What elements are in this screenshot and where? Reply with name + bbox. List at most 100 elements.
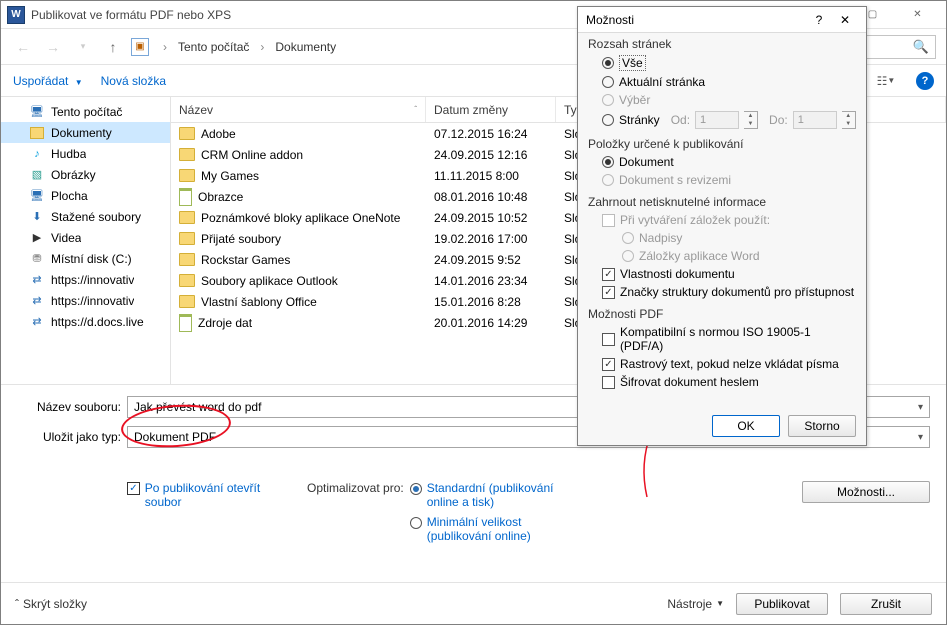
file-name: My Games <box>201 169 259 183</box>
ok-button[interactable]: OK <box>712 415 780 437</box>
sort-indicator: ˆ <box>414 105 417 114</box>
folder-icon <box>179 274 195 287</box>
group-nonprinting: Zahrnout netisknutelné informace <box>588 195 856 209</box>
organize-menu[interactable]: Uspořádat ▼ <box>13 74 83 88</box>
new-folder-button[interactable]: Nová složka <box>101 74 166 88</box>
open-after-publish-checkbox[interactable]: ✓ Po publikování otevřít soubor <box>127 481 297 509</box>
folder-icon <box>179 148 195 161</box>
create-bookmarks-checkbox[interactable]: Při vytváření záložek použít: <box>588 211 856 229</box>
checkbox-icon: ✓ <box>602 358 615 371</box>
bitmap-text-checkbox[interactable]: ✓Rastrový text, pokud nelze vkládat písm… <box>588 355 856 373</box>
disk-icon: ⛃ <box>29 251 45 267</box>
word-icon: W <box>7 6 25 24</box>
sidebar-item-3[interactable]: ▧Obrázky <box>1 164 170 185</box>
sidebar-item-label: Dokumenty <box>51 126 112 140</box>
sidebar-item-8[interactable]: ⇄ https://innovativ <box>1 269 170 290</box>
range-selection-radio[interactable]: Výběr <box>588 91 856 109</box>
tools-menu[interactable]: Nástroje ▼ <box>667 597 724 611</box>
folder-icon: ▣ <box>131 38 149 56</box>
sidebar-item-2[interactable]: ♪Hudba <box>1 143 170 164</box>
item-document-revisions-radio[interactable]: Dokument s revizemi <box>588 171 856 189</box>
optimize-standard-radio[interactable]: Standardní (publikování online a tisk) <box>410 481 577 509</box>
footer: ˆ Skrýt složky Nástroje ▼ Publikovat Zru… <box>1 582 946 624</box>
sidebar-item-label: Tento počítač <box>51 105 122 119</box>
sidebar-item-0[interactable]: 🖥 Tento počítač <box>1 101 170 122</box>
view-menu[interactable]: ☷ ▼ <box>874 69 898 93</box>
hide-folders-link[interactable]: ˆ Skrýt složky <box>15 597 87 611</box>
radio-icon <box>602 114 614 126</box>
modal-help-button[interactable]: ? <box>806 13 832 27</box>
modal-title: Možnosti <box>586 13 806 27</box>
sidebar: 🖥 Tento počítač Dokumenty ♪Hudba▧Obrázky🖥Pl… <box>1 97 171 384</box>
item-document-radio[interactable]: Dokument <box>588 153 856 171</box>
sidebar-item-7[interactable]: ⛃Místní disk (C:) <box>1 248 170 269</box>
sidebar-item-label: https://d.docs.live <box>51 315 144 329</box>
sidebar-item-9[interactable]: ⇄https://innovativ <box>1 290 170 311</box>
up-button[interactable]: ↑ <box>101 35 125 59</box>
folder-icon <box>179 211 195 224</box>
back-button[interactable]: ← <box>11 35 35 59</box>
folder-icon <box>179 295 195 308</box>
bc-part-1[interactable]: Dokumenty <box>271 38 340 56</box>
bc-part-0[interactable]: Tento počítač <box>174 38 253 56</box>
file-date: 19.02.2016 17:00 <box>426 232 556 246</box>
from-stepper[interactable]: ▲▼ <box>744 111 758 129</box>
cancel-button[interactable]: Zrušit <box>840 593 932 615</box>
sidebar-item-1[interactable]: Dokumenty <box>1 122 170 143</box>
recent-dropdown[interactable]: ▾ <box>71 35 95 59</box>
publish-button[interactable]: Publikovat <box>736 593 828 615</box>
file-name: CRM Online addon <box>201 148 303 162</box>
filename-label: Název souboru: <box>17 400 127 414</box>
iso-checkbox[interactable]: Kompatibilní s normou ISO 19005-1 (PDF/A… <box>588 323 856 355</box>
monitor-icon: 🖥 <box>29 104 45 120</box>
structure-tags-checkbox[interactable]: ✓Značky struktury dokumentů pro přístupn… <box>588 283 856 301</box>
to-input[interactable]: 1 <box>793 111 837 129</box>
chevron-right-icon: › <box>159 38 171 56</box>
checkbox-icon <box>602 333 615 346</box>
sidebar-item-5[interactable]: ⬇Stažené soubory <box>1 206 170 227</box>
checkbox-icon <box>602 214 615 227</box>
options-button[interactable]: Možnosti... <box>802 481 930 503</box>
checkbox-icon <box>602 376 615 389</box>
docs-icon <box>29 125 45 141</box>
file-name: Vlastní šablony Office <box>201 295 317 309</box>
close-button[interactable]: ✕ <box>895 2 940 28</box>
file-date: 08.01.2016 10:48 <box>426 190 556 204</box>
range-current-radio[interactable]: Aktuální stránka <box>588 73 856 91</box>
chevron-up-icon: ˆ <box>15 597 19 611</box>
group-page-range: Rozsah stránek <box>588 37 856 51</box>
file-name: Adobe <box>201 127 236 141</box>
desk-icon: 🖥 <box>29 188 45 204</box>
help-button[interactable]: ? <box>916 72 934 90</box>
modal-close-button[interactable]: ✕ <box>832 13 858 27</box>
col-name[interactable]: Názevˆ <box>171 97 426 122</box>
from-input[interactable]: 1 <box>695 111 739 129</box>
checkbox-icon: ✓ <box>602 268 615 281</box>
sidebar-item-10[interactable]: ⇄https://d.docs.live <box>1 311 170 332</box>
file-icon <box>179 188 192 206</box>
file-date: 24.09.2015 10:52 <box>426 211 556 225</box>
sidebar-item-4[interactable]: 🖥Plocha <box>1 185 170 206</box>
forward-button[interactable]: → <box>41 35 65 59</box>
optimize-minimum-radio[interactable]: Minimální velikost (publikování online) <box>410 515 577 543</box>
file-name: Zdroje dat <box>198 316 252 330</box>
encrypt-checkbox[interactable]: Šifrovat dokument heslem <box>588 373 856 391</box>
range-pages-radio[interactable]: Stránky Od: 1▲▼ Do: 1▲▼ <box>588 109 856 131</box>
col-date[interactable]: Datum změny <box>426 97 556 122</box>
to-stepper[interactable]: ▲▼ <box>842 111 856 129</box>
filetype-label: Uložit jako typ: <box>17 430 127 444</box>
doc-properties-checkbox[interactable]: ✓Vlastnosti dokumentu <box>588 265 856 283</box>
radio-icon <box>602 94 614 106</box>
sidebar-item-6[interactable]: ▶Videa <box>1 227 170 248</box>
chevron-down-icon: ▼ <box>716 599 724 608</box>
breadcrumb[interactable]: › Tento počítač › Dokumenty <box>155 35 640 59</box>
music-icon: ♪ <box>29 146 45 162</box>
range-all-radio[interactable]: Vše <box>588 53 856 73</box>
file-name: Obrazce <box>198 190 243 204</box>
sidebar-item-label: https://innovativ <box>51 294 134 308</box>
sidebar-item-label: https://innovativ <box>51 273 134 287</box>
down-icon: ⬇ <box>29 209 45 225</box>
modal-cancel-button[interactable]: Storno <box>788 415 856 437</box>
file-name: Přijaté soubory <box>201 232 281 246</box>
net-icon: ⇄ <box>29 272 45 288</box>
